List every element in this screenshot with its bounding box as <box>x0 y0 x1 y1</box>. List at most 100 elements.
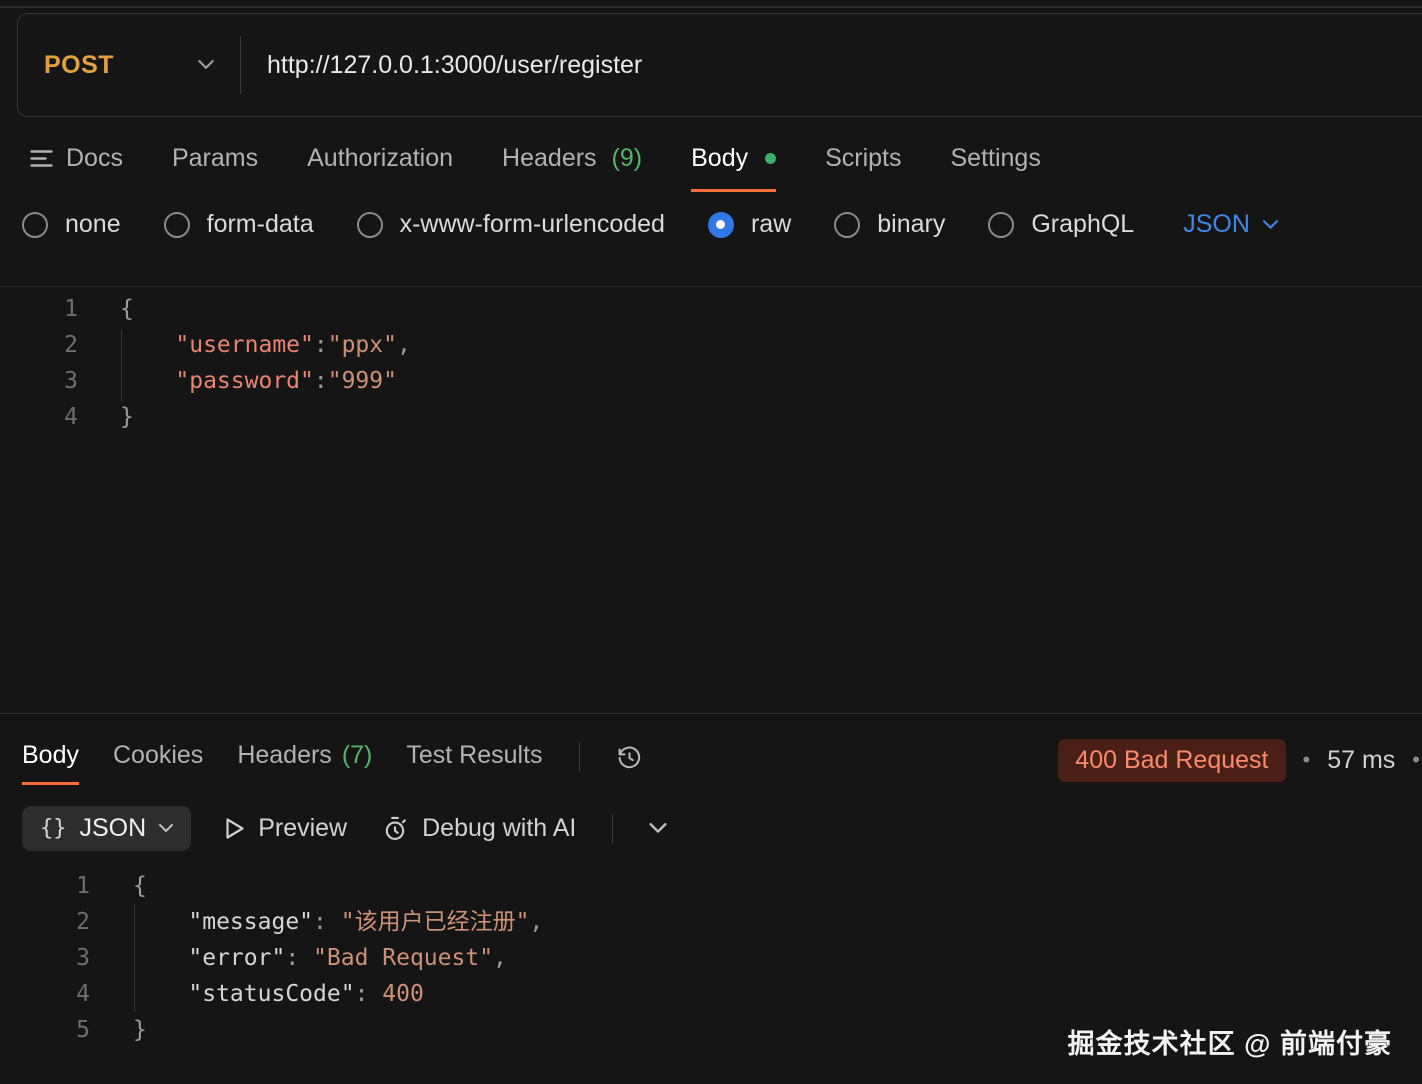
tab-label: Headers <box>237 741 332 770</box>
code-line: 3 "password":"999" <box>0 363 1422 399</box>
code-text: "password":"999" <box>78 363 397 399</box>
preview-label: Preview <box>258 814 347 843</box>
radio-circle-icon <box>357 212 383 238</box>
indent-guide <box>121 329 122 401</box>
response-format-dropdown[interactable]: {} JSON <box>22 806 191 851</box>
chevron-down-icon <box>1263 220 1278 230</box>
debug-ai-label: Debug with AI <box>422 814 576 843</box>
separator-dot: • <box>1412 747 1420 773</box>
code-line: 3 "error": "Bad Request", <box>0 940 1422 976</box>
tab-label: Body <box>691 144 748 173</box>
response-more-actions-chevron[interactable] <box>649 823 667 834</box>
debug-ai-icon <box>381 815 409 843</box>
tab-label: Cookies <box>113 741 203 770</box>
radio-label: x-www-form-urlencoded <box>400 210 665 239</box>
radio-label: none <box>65 210 121 239</box>
code-text: "statusCode": 400 <box>90 976 424 1012</box>
panel-top-border <box>0 6 1422 8</box>
code-line: 1{ <box>0 291 1422 327</box>
radio-circle-icon <box>988 212 1014 238</box>
method-dropdown[interactable]: POST <box>18 14 240 116</box>
response-history-button[interactable] <box>616 744 643 777</box>
indent-guide <box>134 904 135 1012</box>
url-input[interactable] <box>241 51 1422 80</box>
tab-label: Docs <box>66 144 123 173</box>
response-tab-headers[interactable]: Headers (7) <box>237 735 372 785</box>
request-body-editor[interactable]: 1{2 "username":"ppx",3 "password":"999"4… <box>0 286 1422 713</box>
line-number: 2 <box>0 327 78 363</box>
radio-circle-icon <box>164 212 190 238</box>
radio-none[interactable]: none <box>22 210 121 239</box>
response-tab-body[interactable]: Body <box>22 735 79 785</box>
line-number: 1 <box>0 291 78 327</box>
play-icon <box>225 817 245 840</box>
code-text: { <box>78 291 134 327</box>
tab-authorization[interactable]: Authorization <box>307 138 453 192</box>
chevron-down-icon <box>198 60 214 70</box>
response-section-divider <box>0 713 1422 714</box>
radio-label: GraphQL <box>1031 210 1134 239</box>
code-line: 2 "username":"ppx", <box>0 327 1422 363</box>
radio-graphql[interactable]: GraphQL <box>988 210 1134 239</box>
response-status-cluster: 400 Bad Request • 57 ms • <box>1058 736 1420 784</box>
status-badge: 400 Bad Request <box>1058 739 1285 782</box>
tab-scripts[interactable]: Scripts <box>825 138 901 192</box>
line-number: 3 <box>0 940 90 976</box>
code-line: 4 "statusCode": 400 <box>0 976 1422 1012</box>
code-line: 2 "message": "该用户已经注册", <box>0 904 1422 940</box>
tab-label: Settings <box>951 144 1041 173</box>
request-body-code: 1{2 "username":"ppx",3 "password":"999"4… <box>0 291 1422 435</box>
code-text: "message": "该用户已经注册", <box>90 904 543 940</box>
body-modified-dot <box>765 153 776 164</box>
response-tab-test-results[interactable]: Test Results <box>406 735 542 785</box>
preview-button[interactable]: Preview <box>225 814 347 843</box>
request-url-bar: POST <box>17 13 1422 117</box>
code-text: "error": "Bad Request", <box>90 940 507 976</box>
code-line: 4} <box>0 399 1422 435</box>
response-format-label: JSON <box>80 814 147 843</box>
radio-form-data[interactable]: form-data <box>164 210 314 239</box>
radio-x-www-form-urlencoded[interactable]: x-www-form-urlencoded <box>357 210 665 239</box>
code-text: } <box>78 399 134 435</box>
radio-binary[interactable]: binary <box>834 210 945 239</box>
braces-icon: {} <box>40 816 67 841</box>
tab-label: Scripts <box>825 144 901 173</box>
tab-label: Authorization <box>307 144 453 173</box>
chevron-down-icon <box>159 824 173 833</box>
tab-headers[interactable]: Headers (9) <box>502 138 642 192</box>
line-number: 2 <box>0 904 90 940</box>
response-time: 57 ms <box>1327 746 1395 775</box>
line-number: 3 <box>0 363 78 399</box>
code-text: { <box>90 868 147 904</box>
response-tab-cookies[interactable]: Cookies <box>113 735 203 785</box>
radio-label: raw <box>751 210 791 239</box>
raw-format-dropdown[interactable]: JSON <box>1183 210 1278 239</box>
debug-with-ai-button[interactable]: Debug with AI <box>381 814 576 843</box>
radio-label: binary <box>877 210 945 239</box>
line-number: 1 <box>0 868 90 904</box>
tab-params[interactable]: Params <box>172 138 258 192</box>
tab-body[interactable]: Body <box>691 138 776 192</box>
response-tabs: Body Cookies Headers (7) Test Results <box>22 736 643 784</box>
code-line: 1{ <box>0 868 1422 904</box>
line-number: 4 <box>0 399 78 435</box>
headers-count-badge: (7) <box>342 741 373 770</box>
code-text: } <box>90 1012 147 1048</box>
watermark: 掘金技术社区 @ 前端付豪 <box>1068 1022 1392 1061</box>
tab-label: Params <box>172 144 258 173</box>
method-label: POST <box>44 51 114 80</box>
tab-docs[interactable]: Docs <box>30 138 123 192</box>
history-icon <box>616 744 643 771</box>
code-text: "username":"ppx", <box>78 327 411 363</box>
separator-dot: • <box>1303 747 1311 773</box>
radio-raw[interactable]: raw <box>708 210 791 239</box>
tab-settings[interactable]: Settings <box>951 138 1041 192</box>
response-toolbar: {} JSON Preview Debug with AI <box>22 806 667 851</box>
response-body-code: 1{2 "message": "该用户已经注册",3 "error": "Bad… <box>0 868 1422 1048</box>
radio-circle-icon <box>22 212 48 238</box>
line-number: 5 <box>0 1012 90 1048</box>
divider <box>612 814 613 844</box>
radio-selected-icon <box>708 212 734 238</box>
tab-label: Test Results <box>406 741 542 770</box>
line-number: 4 <box>0 976 90 1012</box>
